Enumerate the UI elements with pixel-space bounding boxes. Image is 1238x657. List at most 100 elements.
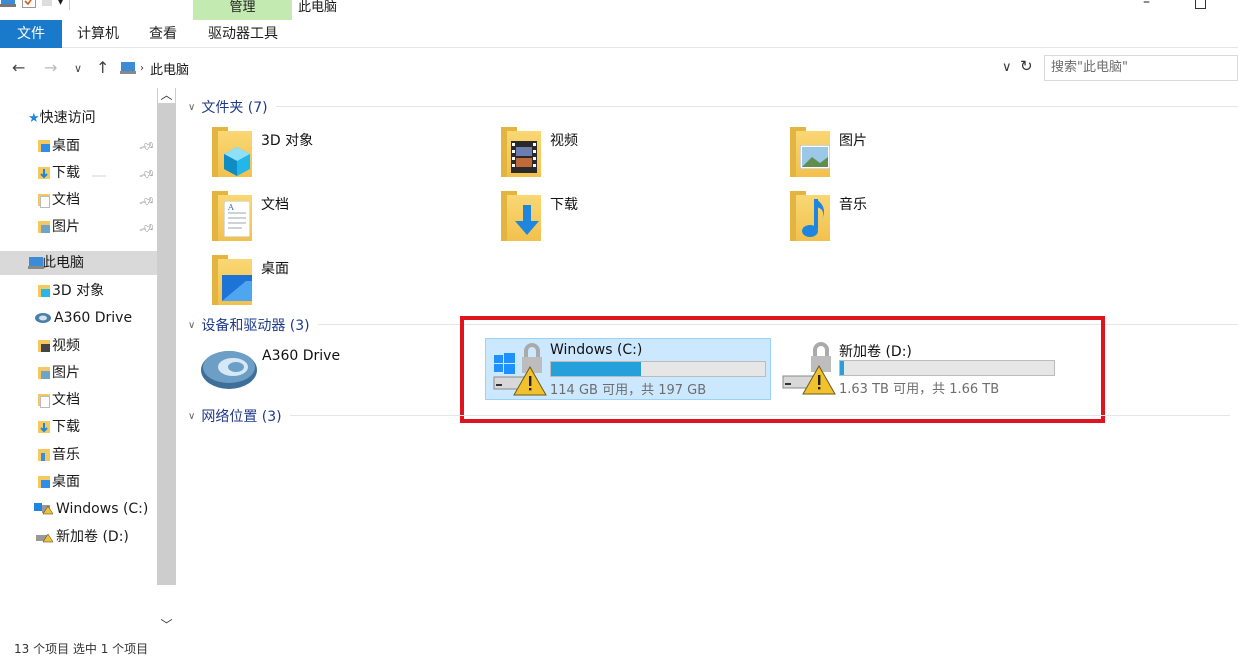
video-folder-icon — [38, 339, 50, 352]
sidebar-item-drive-c[interactable]: Windows (C:) — [34, 497, 148, 521]
sidebar-item-label: 文档 — [52, 192, 80, 208]
divider — [92, 175, 106, 177]
sidebar-item-this-pc[interactable]: 此电脑 — [0, 251, 157, 275]
ribbon-tabs: 文件 计算机 查看 驱动器工具 — [0, 20, 1238, 48]
picture-folder-icon — [788, 127, 830, 177]
sidebar-item-desktop-pc[interactable]: 桌面 — [38, 470, 80, 494]
sidebar-item-label: 下载 — [52, 419, 80, 435]
address-dropdown-icon[interactable]: ∨ — [1002, 60, 1012, 75]
group-header-devices[interactable]: ∨ 设备和驱动器 (3) — [188, 315, 1238, 335]
computer-icon — [28, 253, 44, 269]
sidebar-item-label: 图片 — [52, 219, 80, 235]
highlight-annotation-box — [460, 316, 1105, 423]
group-header-label: 网络位置 (3) — [201, 409, 282, 425]
quick-access-toolbar: ▾ — [0, 0, 71, 11]
tab-computer[interactable]: 计算机 — [70, 20, 126, 48]
desktop-folder-icon — [210, 255, 252, 305]
music-folder-icon — [788, 191, 830, 241]
a360-drive-icon — [34, 308, 52, 323]
navigation-pane-scrollbar[interactable] — [157, 88, 176, 585]
sidebar-item-label: 文档 — [52, 392, 80, 408]
up-arrow-icon[interactable]: ↑ — [96, 58, 109, 77]
sidebar-item-3d-objects[interactable]: 3D 对象 — [38, 279, 104, 303]
sidebar-item-label: 桌面 — [52, 474, 80, 490]
sidebar-item-label: A360 Drive — [54, 310, 133, 326]
recent-locations-chevron-icon[interactable]: ∨ — [74, 62, 82, 75]
svg-text:A: A — [227, 203, 234, 212]
sidebar-item-pictures[interactable]: 图片 — [38, 215, 80, 239]
tab-manage[interactable]: 管理 — [193, 0, 292, 20]
sidebar-item-a360-drive[interactable]: A360 Drive — [34, 306, 132, 330]
sidebar-item-documents[interactable]: 文档 — [38, 188, 80, 212]
collapse-chevron-icon: ∨ — [188, 410, 196, 422]
folder-tile-3d-objects[interactable]: 3D 对象 — [210, 127, 480, 187]
sidebar-item-desktop[interactable]: 桌面 — [38, 134, 80, 158]
sidebar-item-downloads[interactable]: 下载 — [38, 161, 80, 185]
drive-tile-a360[interactable]: A360 Drive — [200, 345, 450, 405]
sidebar-item-label: 快速访问 — [39, 110, 96, 126]
search-input[interactable]: 搜索"此电脑" — [1044, 55, 1238, 81]
sidebar-item-documents-pc[interactable]: 文档 — [38, 388, 80, 412]
sidebar-item-label: 下载 — [52, 165, 80, 181]
group-header-folders[interactable]: ∨ 文件夹 (7) — [188, 97, 1238, 117]
new-folder-icon[interactable] — [42, 0, 52, 9]
group-header-network[interactable]: ∨ 网络位置 (3) — [188, 406, 1230, 426]
picture-folder-icon — [38, 220, 50, 233]
desktop-folder-icon — [38, 475, 50, 488]
sidebar-item-music[interactable]: 音乐 — [38, 443, 80, 467]
address-bar[interactable]: › 此电脑 — [114, 55, 1040, 81]
qat-divider — [69, 0, 71, 10]
folder-tile-downloads[interactable]: 下载 — [499, 191, 769, 251]
folder-label: 文档 — [261, 197, 289, 213]
download-folder-icon — [499, 191, 541, 241]
computer-icon[interactable] — [0, 0, 16, 10]
breadcrumb-chevron-icon[interactable]: › — [140, 63, 144, 74]
download-folder-icon — [38, 417, 50, 433]
folder-tile-videos[interactable]: 视频 — [499, 127, 769, 187]
tab-file[interactable]: 文件 — [0, 20, 62, 48]
back-arrow-icon[interactable]: ← — [12, 58, 25, 77]
folder-tile-pictures[interactable]: 图片 — [788, 127, 1058, 187]
breadcrumb[interactable]: 此电脑 — [150, 59, 189, 78]
sidebar-item-downloads-pc[interactable]: 下载 — [38, 415, 80, 439]
scroll-down-chevron-icon[interactable]: ﹀ — [158, 616, 175, 633]
drive-d-warning-icon — [34, 527, 54, 543]
folder-tile-desktop[interactable]: 桌面 — [210, 255, 480, 315]
forward-arrow-icon[interactable]: → — [44, 58, 57, 77]
scroll-up-chevron-icon[interactable]: ︿ — [158, 86, 175, 103]
sidebar-item-drive-d[interactable]: 新加卷 (D:) — [34, 525, 129, 549]
pin-icon[interactable]: 📌︎ — [138, 165, 157, 183]
pin-icon[interactable]: 📌︎ — [138, 137, 157, 155]
folder-label: 音乐 — [839, 197, 867, 213]
customize-dropdown-icon[interactable]: ▾ — [58, 0, 63, 8]
sidebar-item-pictures-pc[interactable]: 图片 — [38, 361, 80, 385]
tab-view[interactable]: 查看 — [140, 20, 186, 48]
pin-icon[interactable]: 📌︎ — [138, 219, 157, 237]
folder-tile-music[interactable]: 音乐 — [788, 191, 1058, 251]
sidebar-item-quick-access[interactable]: ★快速访问 — [28, 106, 96, 130]
folder-label: 视频 — [550, 133, 578, 149]
minimize-button[interactable]: – — [1143, 0, 1150, 10]
folder-tile-documents[interactable]: A 文档 — [210, 191, 480, 251]
document-folder-icon — [38, 193, 50, 208]
divider — [289, 415, 1230, 416]
sidebar-item-label: 3D 对象 — [52, 283, 105, 299]
maximize-button[interactable] — [1195, 0, 1206, 9]
collapse-chevron-icon: ∨ — [188, 101, 196, 113]
pin-icon[interactable]: 📌︎ — [138, 192, 157, 210]
properties-check-icon[interactable] — [22, 0, 36, 11]
sidebar-item-label: 此电脑 — [42, 255, 84, 271]
3d-objects-folder-icon — [38, 284, 50, 297]
refresh-icon[interactable]: ↻ — [1020, 57, 1033, 75]
desktop-folder-icon — [38, 139, 50, 152]
folder-label: 图片 — [839, 133, 867, 149]
window-title: 此电脑 — [298, 0, 338, 15]
collapse-chevron-icon: ∨ — [188, 319, 196, 331]
sidebar-item-videos[interactable]: 视频 — [38, 334, 80, 358]
sidebar-item-label: 视频 — [52, 338, 80, 354]
document-folder-icon: A — [210, 191, 252, 241]
tab-drive-tools[interactable]: 驱动器工具 — [200, 20, 286, 48]
sidebar-item-label: 图片 — [52, 365, 80, 381]
drive-label: A360 Drive — [262, 348, 341, 364]
sidebar-item-label: 桌面 — [52, 138, 80, 154]
